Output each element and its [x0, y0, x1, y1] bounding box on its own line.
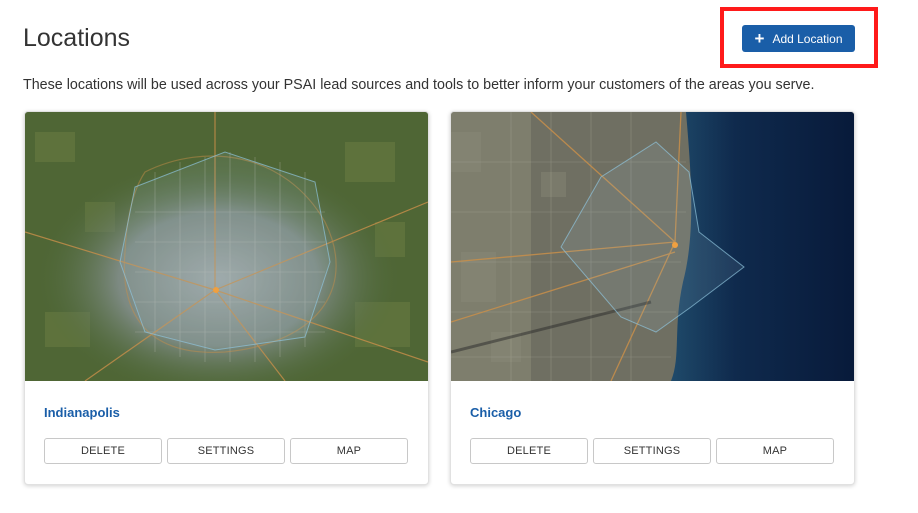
location-map-thumbnail[interactable] — [451, 112, 854, 381]
map-button[interactable]: MAP — [716, 438, 834, 464]
page-title: Locations — [23, 24, 131, 52]
delete-button[interactable]: DELETE — [470, 438, 588, 464]
location-actions: DELETE SETTINGS MAP — [44, 438, 408, 464]
location-name-link[interactable]: Indianapolis — [44, 405, 120, 420]
add-location-label: Add Location — [772, 31, 843, 46]
location-name-link[interactable]: Chicago — [470, 405, 521, 420]
location-card-chicago: Chicago DELETE SETTINGS MAP — [450, 111, 855, 485]
add-location-button[interactable]: + Add Location — [742, 25, 855, 52]
location-card-indianapolis: Indianapolis DELETE SETTINGS MAP — [24, 111, 429, 485]
delete-button[interactable]: DELETE — [44, 438, 162, 464]
map-button[interactable]: MAP — [290, 438, 408, 464]
settings-button[interactable]: SETTINGS — [593, 438, 711, 464]
location-map-thumbnail[interactable] — [25, 112, 428, 381]
page-description: These locations will be used across your… — [23, 77, 815, 93]
location-actions: DELETE SETTINGS MAP — [470, 438, 834, 464]
plus-icon: + — [754, 29, 765, 48]
settings-button[interactable]: SETTINGS — [167, 438, 285, 464]
